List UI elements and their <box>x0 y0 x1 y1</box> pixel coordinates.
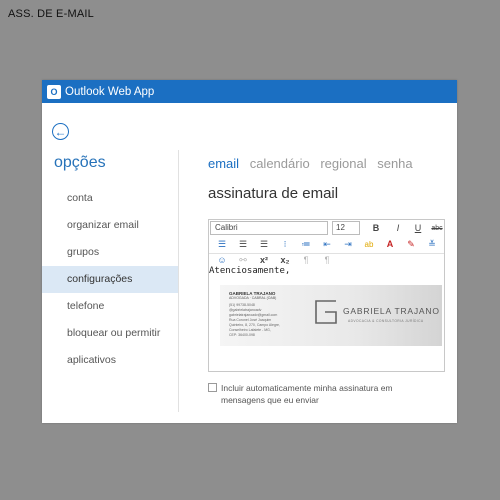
editor-toolbar: Calibri 12 B I U abc ☰ ☰ ☰ ⁝ ≔ ⇤ ⇥ ab A … <box>209 220 445 265</box>
signature-address-3: Conselheiro Lafaiete - MG, <box>229 328 271 332</box>
ltr-icon[interactable]: ¶ <box>298 253 314 267</box>
outlook-settings-window: O Outlook Web App ← opções conta organiz… <box>42 80 457 423</box>
title-bar: O Outlook Web App <box>42 80 457 103</box>
signature-phone: (51) 99738-5048 <box>229 303 255 307</box>
page-label: ASS. DE E-MAIL <box>8 8 94 20</box>
sidebar-item-organizar-email[interactable]: organizar email <box>42 212 179 239</box>
brand-monogram-icon <box>315 300 337 324</box>
link-icon[interactable]: ⚯ <box>235 253 251 267</box>
font-color-icon[interactable]: A <box>382 237 398 251</box>
font-size-select[interactable]: 12 <box>332 221 360 235</box>
app-title: Outlook Web App <box>65 85 155 98</box>
tab-calendario[interactable]: calendário <box>250 156 310 171</box>
signature-brand-subtitle: ADVOCACIA & CONSULTORIA JURÍDICA <box>348 319 424 323</box>
sidebar-item-aplicativos[interactable]: aplicativos <box>42 347 179 374</box>
sidebar-nav: conta organizar email grupos configuraçõ… <box>42 185 179 374</box>
bulleted-list-icon[interactable]: ⁝ <box>277 237 293 251</box>
tab-regional[interactable]: regional <box>320 156 366 171</box>
auto-include-checkbox[interactable] <box>208 383 217 392</box>
signature-greeting[interactable]: Atenciosamente, <box>209 266 290 276</box>
signature-address-1: Rua Coronel José Joaquim <box>229 318 272 322</box>
sidebar-item-configuracoes[interactable]: configurações <box>42 266 179 293</box>
signature-editor[interactable]: Calibri 12 B I U abc ☰ ☰ ☰ ⁝ ≔ ⇤ ⇥ ab A … <box>208 219 445 372</box>
subscript-button[interactable]: x₂ <box>277 253 293 267</box>
sidebar-item-bloquear[interactable]: bloquear ou permitir <box>42 320 179 347</box>
superscript-button[interactable]: x² <box>256 253 272 267</box>
strikethrough-button[interactable]: abc <box>429 221 445 235</box>
numbered-list-icon[interactable]: ≔ <box>298 237 314 251</box>
settings-tabs: email calendário regional senha <box>208 156 420 171</box>
italic-button[interactable]: I <box>390 221 406 235</box>
signature-email: gabrielatrajanoadv@gmail.com <box>229 313 278 317</box>
tab-senha[interactable]: senha <box>377 156 412 171</box>
sidebar-item-conta[interactable]: conta <box>42 185 179 212</box>
back-arrow-icon[interactable]: ← <box>52 123 69 140</box>
underline-button[interactable]: U <box>410 221 426 235</box>
signature-image: GABRIELA TRAJANO ADVOGADA · CABRAL (OAB)… <box>220 285 442 346</box>
signature-brand: GABRIELA TRAJANO <box>343 306 440 316</box>
tab-email[interactable]: email <box>208 156 239 171</box>
auto-include-option[interactable]: Incluir automaticamente minha assinatura… <box>208 382 421 406</box>
signature-instagram: @gabrielatrajanoadv <box>229 308 262 312</box>
rtl-icon[interactable]: ¶ <box>319 253 335 267</box>
auto-include-label: Incluir automaticamente minha assinatura… <box>221 383 393 405</box>
vertical-divider <box>178 150 179 412</box>
bold-button[interactable]: B <box>368 221 384 235</box>
font-family-select[interactable]: Calibri <box>210 221 328 235</box>
signature-subtitle: ADVOGADA · CABRAL (OAB) <box>229 296 277 300</box>
signature-address-2: Quinteiro, 8, 270, Campo Alegre, <box>229 323 280 327</box>
align-center-icon[interactable]: ☰ <box>235 237 251 251</box>
align-left-icon[interactable]: ☰ <box>214 237 230 251</box>
sidebar-item-telefone[interactable]: telefone <box>42 293 179 320</box>
signature-cep: CEP: 36400-098 <box>229 333 255 337</box>
clear-format-icon[interactable]: ✎ <box>403 237 419 251</box>
sidebar-title: opções <box>54 154 106 171</box>
emoji-icon[interactable]: ☺ <box>214 253 230 267</box>
sidebar-item-grupos[interactable]: grupos <box>42 239 179 266</box>
decrease-indent-icon[interactable]: ⇤ <box>319 237 335 251</box>
highlight-icon[interactable]: ab <box>361 237 377 251</box>
spellcheck-icon[interactable]: ≚ <box>424 237 440 251</box>
align-right-icon[interactable]: ☰ <box>256 237 272 251</box>
outlook-logo-icon: O <box>47 84 61 99</box>
page-title: assinatura de email <box>208 185 339 202</box>
increase-indent-icon[interactable]: ⇥ <box>340 237 356 251</box>
